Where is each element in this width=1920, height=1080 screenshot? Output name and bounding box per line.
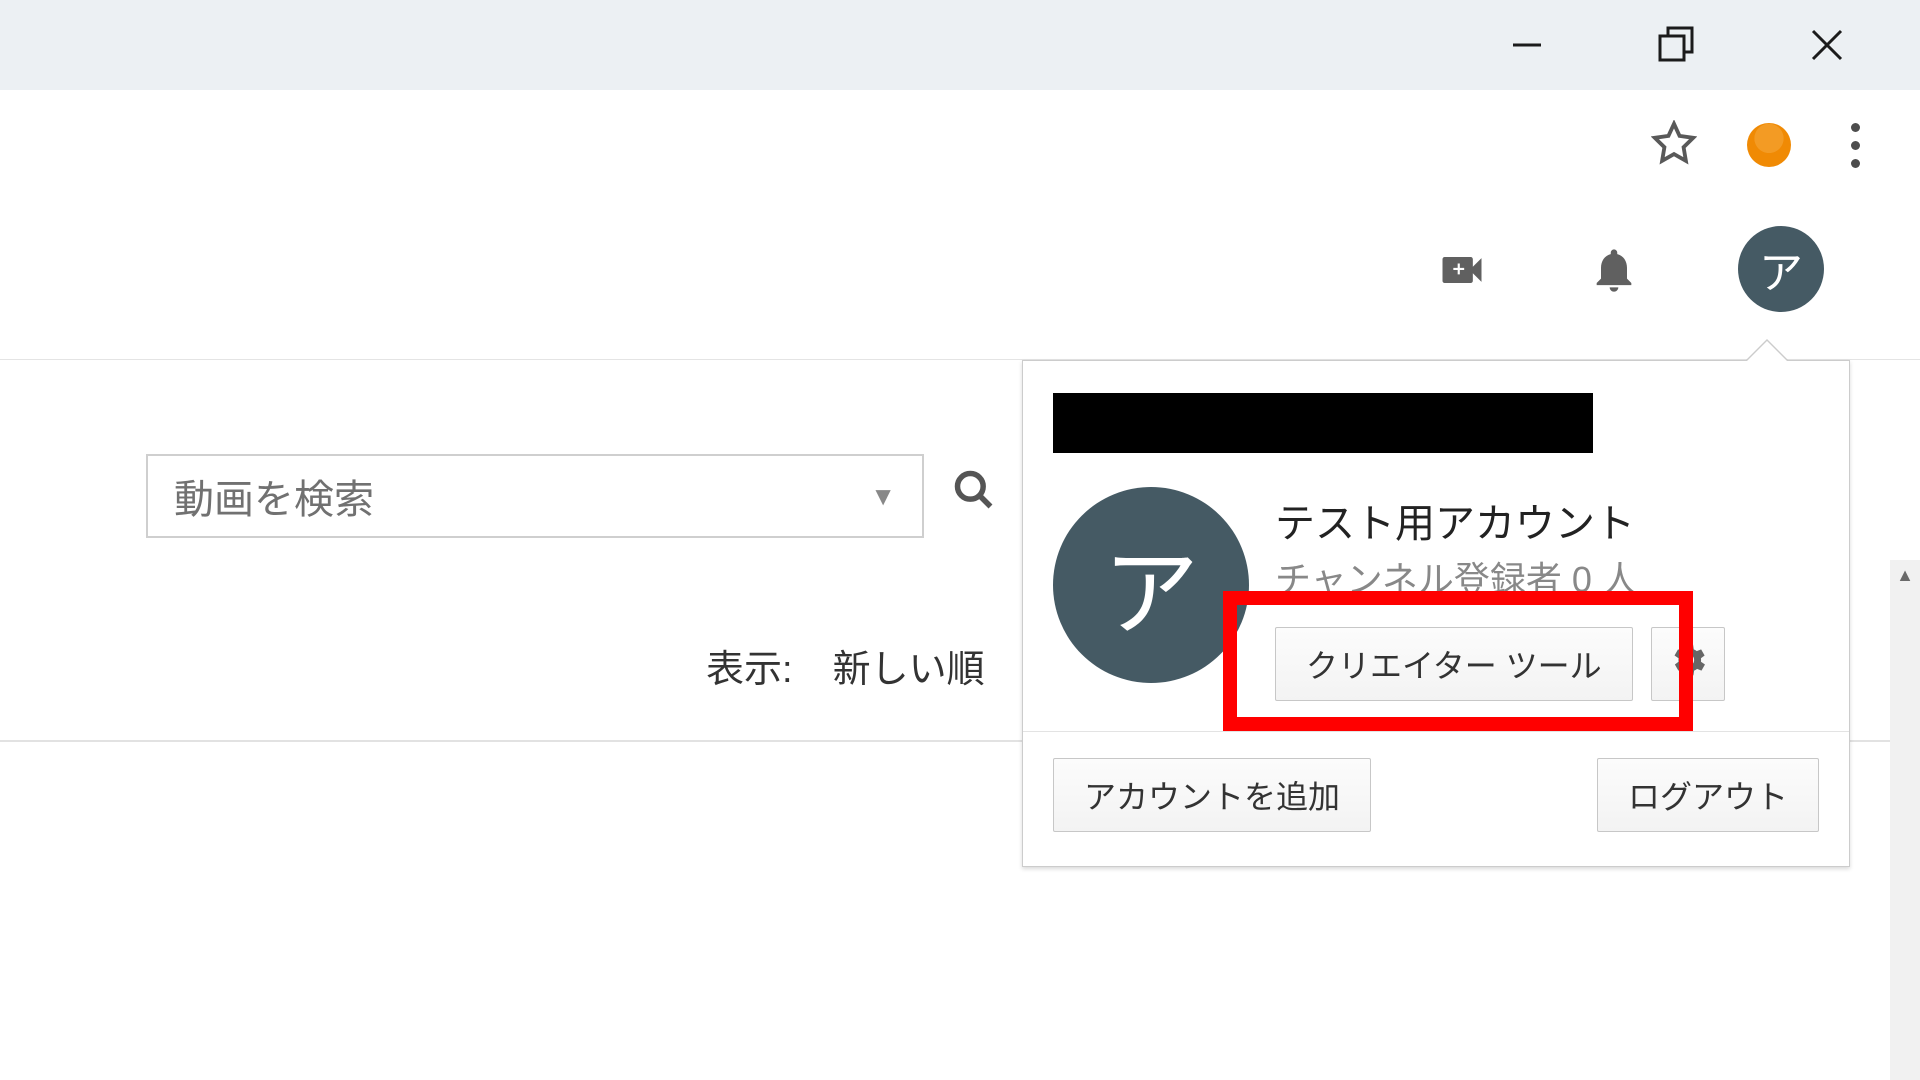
omnibox-right-group (1621, 105, 1900, 185)
account-name: テスト用アカウント (1275, 491, 1819, 549)
browser-toolbar (0, 90, 1920, 200)
settings-button[interactable] (1651, 627, 1725, 701)
add-account-button[interactable]: アカウントを追加 (1053, 758, 1371, 832)
chevron-down-icon: ▼ (870, 481, 896, 512)
sort-value[interactable]: 新しい順 (833, 638, 985, 693)
avatar-letter: ア (1759, 237, 1803, 301)
video-search-placeholder: 動画を検索 (174, 467, 374, 525)
browser-profile-avatar[interactable] (1747, 123, 1791, 167)
account-popup: ア テスト用アカウント チャンネル登録者 0 人 クリエイター ツール (1022, 360, 1850, 867)
page-header: ア (0, 200, 1920, 360)
browser-menu-icon[interactable] (1841, 123, 1870, 168)
creator-tools-button[interactable]: クリエイター ツール (1275, 627, 1633, 701)
subscriber-count: チャンネル登録者 0 人 (1275, 551, 1819, 603)
window-minimize-button[interactable] (1452, 0, 1602, 90)
upload-video-icon[interactable] (1434, 244, 1490, 301)
page-content: 動画を検索 ▼ 表示: 新しい順 ア テスト用アカウント チャンネル登録者 0 … (0, 360, 1920, 1080)
window-close-button[interactable] (1752, 0, 1902, 90)
video-search-select[interactable]: 動画を検索 ▼ (146, 454, 924, 538)
logout-button[interactable]: ログアウト (1597, 758, 1819, 832)
notifications-bell-icon[interactable] (1586, 244, 1642, 301)
scroll-up-arrow[interactable]: ▲ (1890, 560, 1920, 590)
bookmark-star-icon[interactable] (1651, 120, 1697, 171)
gear-icon (1667, 639, 1709, 689)
sort-controls: 表示: 新しい順 (706, 638, 985, 693)
avatar-letter: ア (1103, 516, 1199, 655)
search-icon[interactable] (952, 468, 996, 517)
popup-avatar[interactable]: ア (1053, 487, 1249, 683)
sort-label: 表示: (706, 638, 793, 693)
account-avatar-button[interactable]: ア (1738, 226, 1824, 312)
window-titlebar (0, 0, 1920, 90)
window-maximize-button[interactable] (1602, 0, 1752, 90)
vertical-scrollbar[interactable]: ▲ (1890, 560, 1920, 1080)
redacted-email (1053, 393, 1593, 453)
